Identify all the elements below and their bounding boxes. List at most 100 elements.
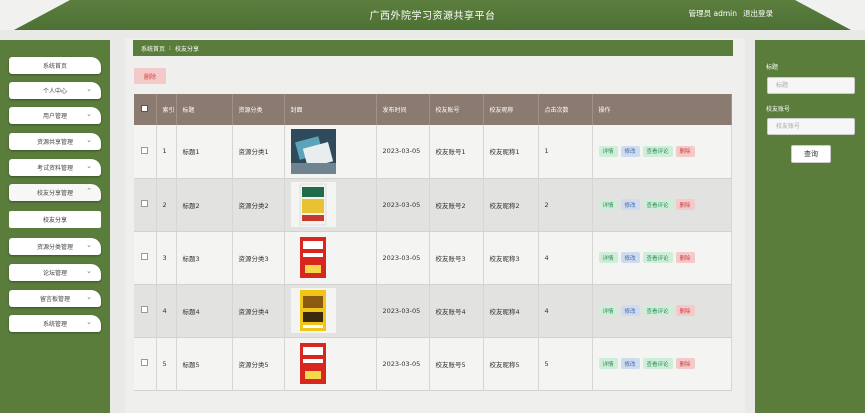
cell-clicks: 4 [538, 231, 593, 285]
main-content: 系统首页 ⁝ 校友分享 删除 索引 标题 资源分类 封面 发布时间 校友账号 校… [125, 38, 745, 413]
breadcrumb-home[interactable]: 系统首页 [141, 44, 165, 53]
table-row: 2 标题2 资源分类2 2023-03-05 校友账号2 校友昵称2 2 详情 … [134, 178, 732, 232]
cell-cover [284, 125, 377, 179]
cover-image [290, 235, 336, 280]
col-header-date: 发布时间 [376, 94, 430, 125]
cell-title: 标题1 [176, 125, 233, 179]
chevron-down-icon: ⌄ [86, 267, 92, 275]
cell-account: 校友账号3 [429, 231, 484, 285]
sidebar-item-message-board[interactable]: 留言板管理 ⌄ [9, 290, 101, 307]
breadcrumb-current: 校友分享 [174, 45, 199, 53]
cell-date: 2023-03-05 [376, 231, 430, 285]
row-actions: 详情 修改 查看评论 删除 [598, 305, 709, 316]
detail-button[interactable]: 详情 [598, 358, 618, 369]
row-actions: 详情 修改 查看评论 删除 [598, 199, 709, 210]
cell-index: 1 [156, 125, 177, 179]
chevron-down-icon: ⌄ [86, 241, 92, 249]
col-header-actions: 操作 [592, 94, 732, 125]
cover-image [290, 288, 336, 333]
edit-button[interactable]: 修改 [620, 252, 640, 263]
detail-button[interactable]: 详情 [598, 305, 618, 316]
title-search-label: 标题 [766, 64, 779, 71]
search-button[interactable]: 查询 [791, 145, 831, 163]
cell-date: 2023-03-05 [376, 284, 430, 338]
edit-button[interactable]: 修改 [620, 305, 640, 316]
sidebar-item-alumni-share[interactable]: 校友分享管理 ⌃ [9, 184, 101, 201]
sidebar-item-resource-category[interactable]: 资源分类管理 ⌄ [9, 238, 101, 255]
user-area: 管理员 admin 退出登录 [689, 8, 773, 19]
view-comments-button[interactable]: 查看评论 [642, 305, 673, 316]
cell-category: 资源分类4 [232, 284, 285, 338]
sidebar-item-exam-materials[interactable]: 考试资料管理 ⌄ [9, 159, 101, 176]
chevron-down-icon: ⌄ [86, 293, 92, 301]
detail-button[interactable]: 详情 [598, 252, 618, 263]
table-row: 1 标题1 资源分类1 2023-03-05 校友账号1 校友昵称1 1 详情 … [134, 125, 732, 179]
account-search-input[interactable] [767, 118, 855, 135]
bulk-delete-button[interactable]: 删除 [134, 68, 166, 84]
cell-category: 资源分类1 [232, 125, 285, 179]
detail-button[interactable]: 详情 [598, 145, 618, 157]
cell-account: 校友账号2 [429, 178, 484, 232]
row-checkbox[interactable] [141, 306, 149, 313]
chevron-up-icon: ⌃ [86, 187, 92, 195]
row-checkbox-cell [134, 231, 157, 285]
select-all-checkbox[interactable] [141, 105, 149, 112]
row-checkbox[interactable] [141, 146, 149, 154]
edit-button[interactable]: 修改 [620, 358, 640, 369]
cell-clicks: 2 [538, 178, 593, 232]
breadcrumb: 系统首页 ⁝ 校友分享 [133, 40, 733, 56]
logout-link[interactable]: 退出登录 [743, 8, 773, 19]
cell-title: 标题5 [176, 337, 233, 391]
cell-actions: 详情 修改 查看评论 删除 [592, 231, 732, 285]
cell-cover [284, 178, 377, 232]
sidebar-item-label: 校友分享管理 [36, 190, 73, 197]
row-delete-button[interactable]: 删除 [675, 305, 695, 316]
sidebar-subitem-alumni-share[interactable]: 校友分享 [9, 211, 101, 228]
detail-button[interactable]: 详情 [598, 199, 618, 210]
cell-nickname: 校友昵称4 [483, 284, 539, 338]
sidebar-subitem-label: 校友分享 [42, 217, 67, 224]
row-actions: 详情 修改 查看评论 删除 [598, 145, 709, 157]
row-checkbox-cell [134, 125, 157, 179]
sidebar-item-label: 资源共享管理 [36, 139, 73, 146]
cell-title: 标题4 [176, 284, 233, 338]
row-delete-button[interactable]: 删除 [675, 145, 695, 157]
sidebar-item-system[interactable]: 系统管理 ⌄ [9, 315, 101, 332]
sidebar-item-home[interactable]: 系统首页 [9, 57, 101, 74]
col-header-cover: 封面 [284, 94, 377, 125]
breadcrumb-separator: ⁝ [169, 44, 171, 52]
sidebar-item-label: 论坛管理 [42, 270, 67, 277]
cell-index: 3 [156, 231, 177, 285]
table-row: 3 标题3 资源分类3 2023-03-05 校友账号3 校友昵称3 4 详情 … [134, 231, 732, 285]
row-delete-button[interactable]: 删除 [675, 199, 695, 210]
row-checkbox[interactable] [141, 359, 149, 366]
edit-button[interactable]: 修改 [620, 199, 640, 210]
sidebar-item-user-management[interactable]: 用户管理 ⌄ [9, 107, 101, 124]
sidebar-item-resource-share[interactable]: 资源共享管理 ⌄ [9, 133, 101, 150]
view-comments-button[interactable]: 查看评论 [642, 145, 673, 157]
row-delete-button[interactable]: 删除 [675, 252, 695, 263]
cell-cover [284, 231, 377, 285]
row-checkbox[interactable] [141, 200, 149, 207]
sidebar-item-forum[interactable]: 论坛管理 ⌄ [9, 264, 101, 281]
col-header-clicks: 点击次数 [538, 94, 593, 125]
cell-index: 4 [156, 284, 177, 338]
title-search-input[interactable] [767, 77, 855, 94]
cell-actions: 详情 修改 查看评论 删除 [592, 125, 732, 179]
row-actions: 详情 修改 查看评论 删除 [598, 252, 709, 263]
row-actions: 详情 修改 查看评论 删除 [598, 358, 709, 369]
chevron-down-icon: ⌄ [86, 136, 92, 144]
cell-cover [284, 337, 377, 391]
view-comments-button[interactable]: 查看评论 [642, 199, 673, 210]
row-checkbox[interactable] [141, 253, 149, 260]
view-comments-button[interactable]: 查看评论 [642, 252, 673, 263]
cell-clicks: 4 [538, 284, 593, 338]
view-comments-button[interactable]: 查看评论 [642, 358, 673, 369]
cell-account: 校友账号5 [429, 337, 484, 391]
search-panel: 标题 校友账号 查询 [755, 40, 865, 413]
chevron-down-icon: ⌄ [86, 85, 92, 93]
row-delete-button[interactable]: 删除 [675, 358, 695, 369]
sidebar-item-personal-center[interactable]: 个人中心 ⌄ [9, 82, 101, 99]
cell-clicks: 5 [538, 337, 593, 391]
edit-button[interactable]: 修改 [620, 145, 640, 157]
